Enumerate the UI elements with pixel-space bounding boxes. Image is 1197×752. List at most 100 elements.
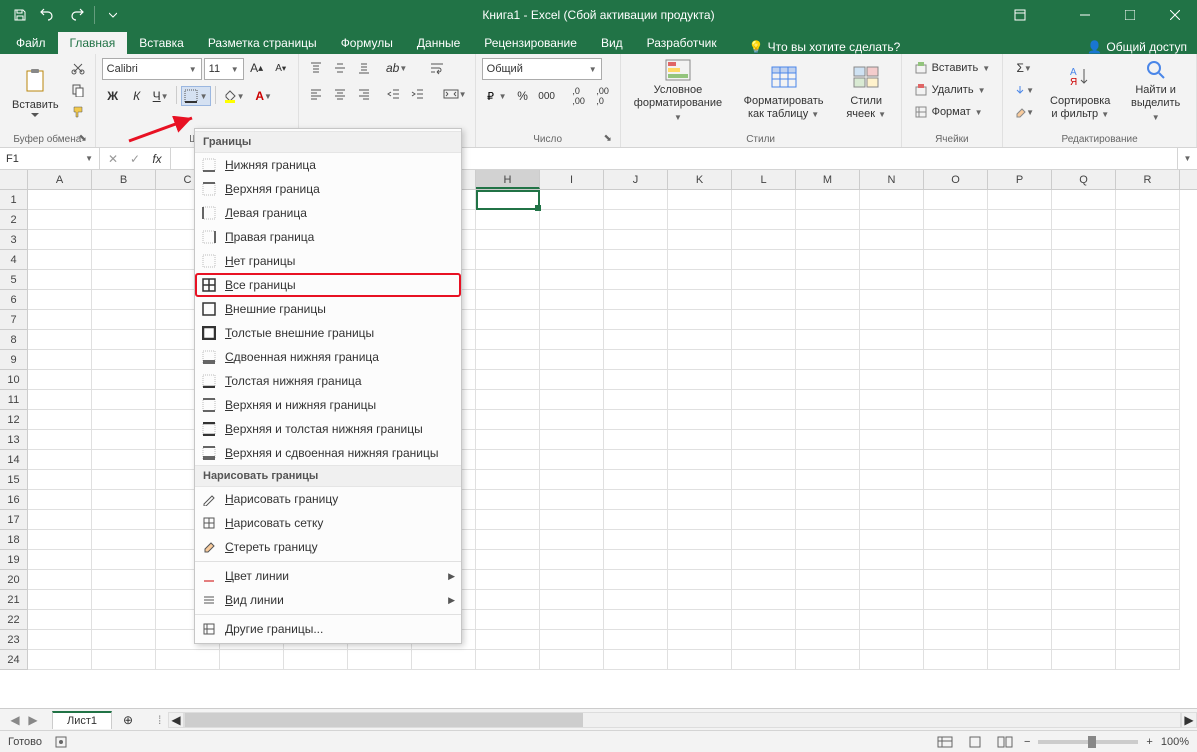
cell[interactable] (540, 450, 604, 470)
row-header-12[interactable]: 12 (0, 410, 27, 430)
cell[interactable] (476, 330, 540, 350)
cell[interactable] (1052, 350, 1116, 370)
row-header-8[interactable]: 8 (0, 330, 27, 350)
sheet-nav-next[interactable]: ▶ (26, 713, 40, 727)
cell[interactable] (732, 650, 796, 670)
cell[interactable] (732, 310, 796, 330)
font-name-combo[interactable]: Calibri▼ (102, 58, 202, 80)
align-right-button[interactable] (353, 84, 375, 104)
cell[interactable] (28, 610, 92, 630)
cell[interactable] (796, 550, 860, 570)
insert-cells-button[interactable]: Вставить ▼ (908, 58, 997, 78)
cell[interactable] (988, 550, 1052, 570)
cell[interactable] (796, 490, 860, 510)
row-header-7[interactable]: 7 (0, 310, 27, 330)
cell[interactable] (92, 590, 156, 610)
cell[interactable] (92, 570, 156, 590)
cell[interactable] (92, 490, 156, 510)
cell[interactable] (1116, 310, 1180, 330)
enter-formula-button[interactable]: ✓ (126, 150, 144, 168)
cell[interactable] (1052, 650, 1116, 670)
cell[interactable] (540, 250, 604, 270)
cell[interactable] (668, 290, 732, 310)
column-header-B[interactable]: B (92, 170, 156, 189)
cell[interactable] (220, 650, 284, 670)
cell[interactable] (604, 350, 668, 370)
cell[interactable] (924, 270, 988, 290)
cell[interactable] (988, 490, 1052, 510)
cell[interactable] (28, 630, 92, 650)
cell[interactable] (924, 330, 988, 350)
cell[interactable] (796, 510, 860, 530)
cell[interactable] (668, 570, 732, 590)
column-header-I[interactable]: I (540, 170, 604, 189)
align-left-button[interactable] (305, 84, 327, 104)
merge-button[interactable]: ▼ (441, 84, 469, 104)
scroll-right-button[interactable]: ▶ (1181, 712, 1197, 728)
cell[interactable] (924, 590, 988, 610)
column-header-H[interactable]: H (476, 170, 540, 189)
cell[interactable] (1052, 550, 1116, 570)
cell[interactable] (540, 290, 604, 310)
cell[interactable] (796, 350, 860, 370)
cell[interactable] (28, 450, 92, 470)
cell[interactable] (476, 510, 540, 530)
cell[interactable] (1052, 570, 1116, 590)
cell[interactable] (668, 270, 732, 290)
cell[interactable] (540, 410, 604, 430)
cell[interactable] (924, 490, 988, 510)
column-header-L[interactable]: L (732, 170, 796, 189)
cell[interactable] (540, 370, 604, 390)
cell[interactable] (476, 530, 540, 550)
increase-indent-button[interactable] (407, 84, 429, 104)
cell[interactable] (924, 370, 988, 390)
cell[interactable] (1116, 250, 1180, 270)
cell[interactable] (1116, 230, 1180, 250)
column-header-K[interactable]: K (668, 170, 732, 189)
cell[interactable] (860, 290, 924, 310)
cell[interactable] (860, 310, 924, 330)
border-option-7[interactable]: Толстые внешние границы (195, 321, 461, 345)
cell[interactable] (92, 390, 156, 410)
cell[interactable] (540, 270, 604, 290)
ribbon-options-button[interactable] (997, 0, 1042, 30)
cell[interactable] (732, 490, 796, 510)
cell[interactable] (860, 190, 924, 210)
qat-customize-button[interactable] (101, 3, 125, 27)
column-header-O[interactable]: O (924, 170, 988, 189)
cell[interactable] (732, 510, 796, 530)
cell[interactable] (604, 610, 668, 630)
cell[interactable] (604, 290, 668, 310)
row-header-14[interactable]: 14 (0, 450, 27, 470)
cell[interactable] (860, 350, 924, 370)
cell[interactable] (476, 490, 540, 510)
cell[interactable] (668, 230, 732, 250)
cell[interactable] (796, 190, 860, 210)
cell[interactable] (28, 490, 92, 510)
cell[interactable] (476, 210, 540, 230)
tab-insert[interactable]: Вставка (127, 32, 196, 54)
tab-developer[interactable]: Разработчик (635, 32, 729, 54)
cell[interactable] (1052, 410, 1116, 430)
cell[interactable] (1116, 430, 1180, 450)
cell[interactable] (668, 590, 732, 610)
maximize-button[interactable] (1107, 0, 1152, 30)
draw-border-option-1[interactable]: Нарисовать сетку (195, 511, 461, 535)
cell[interactable] (28, 370, 92, 390)
cell[interactable] (476, 230, 540, 250)
sort-filter-button[interactable]: AЯ Сортировка и фильтр ▼ (1041, 58, 1119, 124)
tab-home[interactable]: Главная (58, 32, 128, 54)
cell[interactable] (668, 610, 732, 630)
cell[interactable] (1052, 610, 1116, 630)
cell[interactable] (988, 530, 1052, 550)
format-as-table-button[interactable]: Форматировать как таблицу ▼ (731, 58, 836, 124)
cell[interactable] (796, 230, 860, 250)
cell[interactable] (604, 570, 668, 590)
name-box[interactable]: F1▼ (0, 148, 100, 169)
tell-me-box[interactable]: 💡 Что вы хотите сделать? (749, 40, 901, 54)
border-option-5[interactable]: Все границы (195, 273, 461, 297)
formula-expand-button[interactable]: ▼ (1177, 148, 1197, 169)
align-bottom-button[interactable] (353, 58, 375, 78)
cell[interactable] (1052, 370, 1116, 390)
cell[interactable] (796, 430, 860, 450)
